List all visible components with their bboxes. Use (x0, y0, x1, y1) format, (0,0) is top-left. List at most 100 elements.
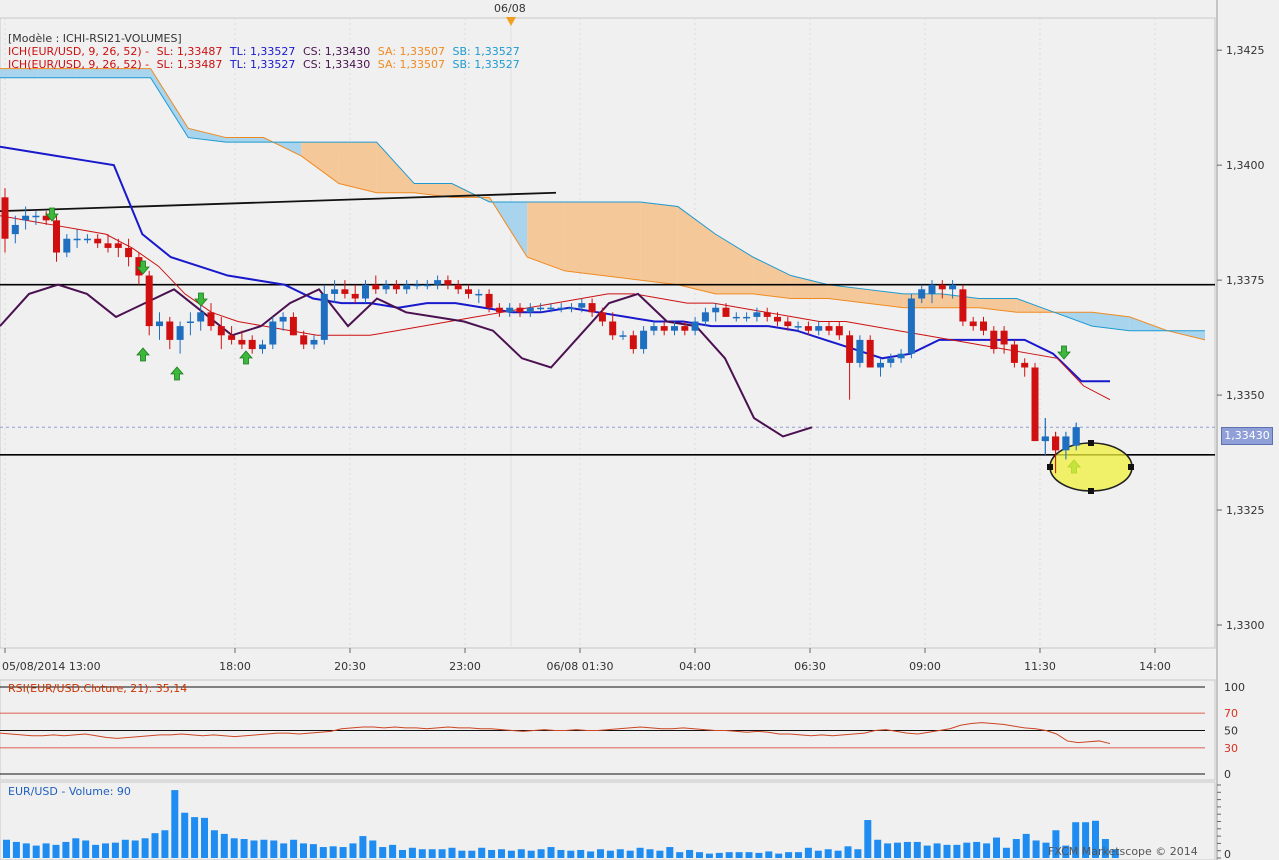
time-tick-label: 06:30 (794, 660, 826, 673)
candle-body (804, 326, 812, 331)
rsi-label: RSI(EUR/USD.Cloture, 21): 35,14 (8, 682, 188, 695)
candle-body (650, 326, 658, 331)
volume-bar (507, 850, 515, 858)
candle-body (774, 316, 781, 322)
time-tick-label: 06/08 01:30 (547, 660, 614, 673)
candle-body (1010, 344, 1018, 363)
candle-body (990, 330, 998, 350)
volume-bar (606, 850, 614, 858)
candle-body (568, 307, 575, 310)
volume-bar (488, 849, 496, 858)
volume-bar (913, 841, 921, 858)
volume-bar (280, 843, 288, 858)
volume-bar (943, 844, 951, 858)
candle-body (403, 284, 411, 290)
rsi-panel: 100 70 50 30 0 (0, 679, 1245, 781)
candle-body (320, 293, 328, 340)
volume-bar (705, 853, 713, 858)
volume-bar (1022, 833, 1030, 858)
volume-bar (567, 850, 575, 858)
candle-body (526, 307, 534, 313)
candle-body (763, 312, 771, 317)
time-tick-label: 11:30 (1024, 660, 1056, 673)
candle-body (784, 321, 792, 327)
candle-body (732, 316, 740, 319)
volume-bar (379, 847, 387, 858)
time-tick-label: 18:00 (219, 660, 251, 673)
legend-sl: SL: 1,33487 (156, 58, 223, 71)
candle-body (1041, 436, 1049, 442)
selection-handle (1128, 464, 1134, 470)
time-tick-label: 04:00 (679, 660, 711, 673)
time-tick-label: 09:00 (909, 660, 941, 673)
candle-body (32, 215, 40, 218)
candle-body (856, 339, 864, 363)
volume-bar (290, 839, 298, 858)
volume-bar (696, 852, 703, 858)
time-tick-label: 14:00 (1139, 660, 1171, 673)
candle-body (114, 243, 122, 248)
candle-body (815, 326, 823, 331)
candle-body (712, 307, 720, 313)
volume-bar (369, 840, 377, 858)
price-tick-label: 1,3325 (1226, 504, 1265, 517)
candle-body (671, 326, 678, 331)
volume-bar (52, 844, 60, 858)
volume-bar (191, 817, 199, 858)
volume-bar (181, 812, 189, 858)
highlight-ellipse (1049, 442, 1133, 492)
volume-bar (329, 846, 337, 858)
volume-bar (547, 847, 555, 858)
candle-body (1062, 436, 1070, 451)
volume-bar (22, 843, 30, 858)
candle-body (310, 339, 318, 345)
candle-body (516, 307, 524, 313)
candle-body (980, 321, 987, 331)
volume-bar (735, 852, 743, 858)
candle-body (413, 284, 421, 287)
volume-bar (359, 836, 367, 858)
candle-body (145, 275, 153, 327)
candle-body (197, 312, 205, 322)
legend-tl: TL: 1,33527 (229, 58, 296, 71)
volume-bar (933, 843, 941, 858)
candle-body (825, 326, 833, 331)
candle-body (485, 293, 493, 308)
price-tick-label: 1,3425 (1226, 44, 1265, 57)
selection-handle (1088, 440, 1094, 446)
candle-body (465, 289, 472, 294)
candle-body (382, 284, 390, 290)
legend-cs: CS: 1,33430 (302, 58, 371, 71)
volume-bar (804, 847, 812, 858)
candle-body (1021, 362, 1029, 368)
candle-body (156, 321, 163, 327)
volume-bar (220, 833, 228, 858)
volume-bar (557, 849, 565, 858)
candle-body (969, 321, 977, 327)
candle-body (1000, 330, 1008, 345)
volume-bar (458, 850, 466, 858)
volume-bar (72, 838, 80, 858)
volume-bar (884, 843, 892, 858)
rsi-tick-label: 100 (1224, 681, 1245, 694)
volume-bar (349, 843, 357, 858)
candle-body (392, 284, 400, 290)
volume-bar (210, 830, 218, 858)
candle-body (907, 298, 915, 354)
volume-bar (250, 840, 258, 858)
volume-bar (864, 820, 872, 858)
volume-bar (12, 841, 20, 858)
volume-bar (854, 849, 862, 858)
candle-body (835, 326, 843, 336)
volume-bar (636, 847, 644, 858)
candle-body (475, 293, 483, 296)
volume-bar (111, 842, 119, 858)
volume-bar (874, 839, 882, 858)
volume-bar (785, 852, 793, 858)
candle-body (629, 335, 637, 350)
volume-bar (240, 839, 248, 858)
legend-ich: ICH(EUR/USD, 9, 26, 52) - (8, 58, 150, 71)
volume-bar (517, 849, 525, 858)
candle-body (73, 238, 81, 241)
volume-bar (775, 853, 783, 858)
